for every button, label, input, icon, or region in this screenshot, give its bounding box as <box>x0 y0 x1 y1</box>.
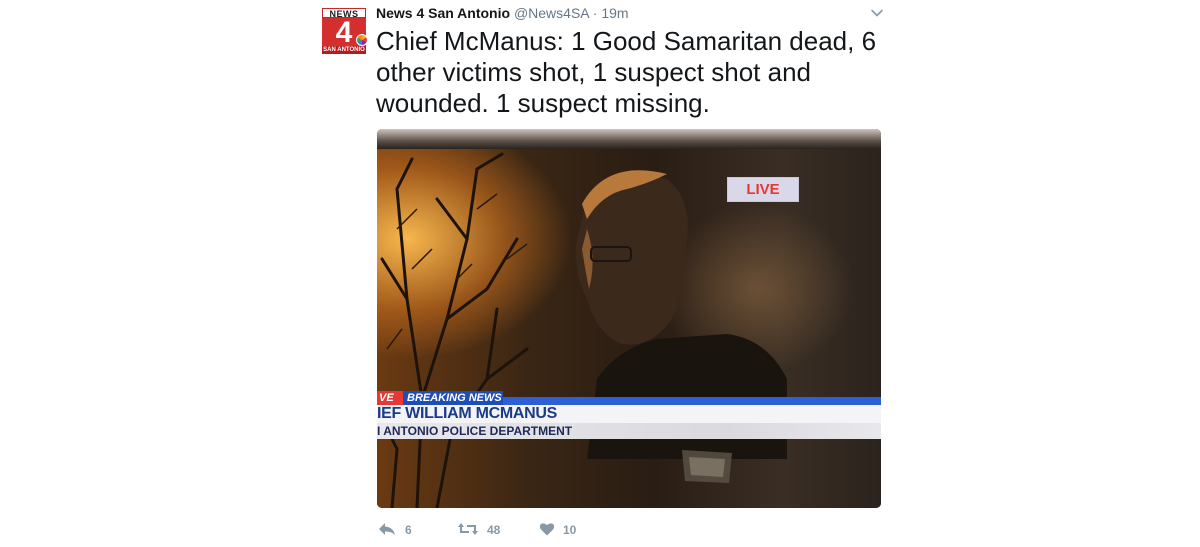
reply-button[interactable]: 6 <box>377 520 412 540</box>
lower-third-live-fragment: VE <box>377 391 403 405</box>
avatar[interactable]: NEWS 4 SAN ANTONIO <box>322 8 368 54</box>
reply-count: 6 <box>405 523 412 537</box>
police-badge-shape <box>682 450 732 483</box>
lower-third-name: IEF WILLIAM MCMANUS <box>377 405 881 423</box>
like-count: 10 <box>563 523 577 537</box>
peacock-icon <box>356 34 368 46</box>
tweet-media-photo[interactable]: LIVE VE BREAKING NEWS IEF WILLIAM MCMANU… <box>377 129 881 508</box>
reply-icon <box>377 521 397 540</box>
breaking-news-bar <box>503 397 881 405</box>
breaking-news-label: BREAKING NEWS <box>403 391 503 405</box>
separator: · <box>592 5 598 21</box>
tweet-header: News 4 San Antonio @News4SA · 19m <box>376 5 629 21</box>
like-button[interactable]: 10 <box>539 520 576 540</box>
lower-third-department: I ANTONIO POLICE DEPARTMENT <box>377 423 881 439</box>
retweet-icon <box>457 521 479 540</box>
retweet-button[interactable]: 48 <box>457 520 500 540</box>
live-chip: LIVE <box>727 177 799 202</box>
retweet-count: 48 <box>487 523 501 537</box>
account-name[interactable]: News 4 San Antonio <box>376 5 510 21</box>
heart-icon <box>539 521 555 540</box>
tweet-actions: 6 48 10 <box>377 520 677 540</box>
tv-bezel <box>377 129 881 149</box>
tweet-timestamp[interactable]: 19m <box>601 5 628 21</box>
tweet: NEWS 4 SAN ANTONIO News 4 San Antonio @N… <box>320 0 885 547</box>
tweet-text: Chief McManus: 1 Good Samaritan dead, 6 … <box>376 26 877 118</box>
account-handle[interactable]: @News4SA <box>514 5 589 21</box>
caret-down-icon[interactable] <box>870 6 884 20</box>
logo-bottom-text: SAN ANTONIO <box>322 46 366 54</box>
